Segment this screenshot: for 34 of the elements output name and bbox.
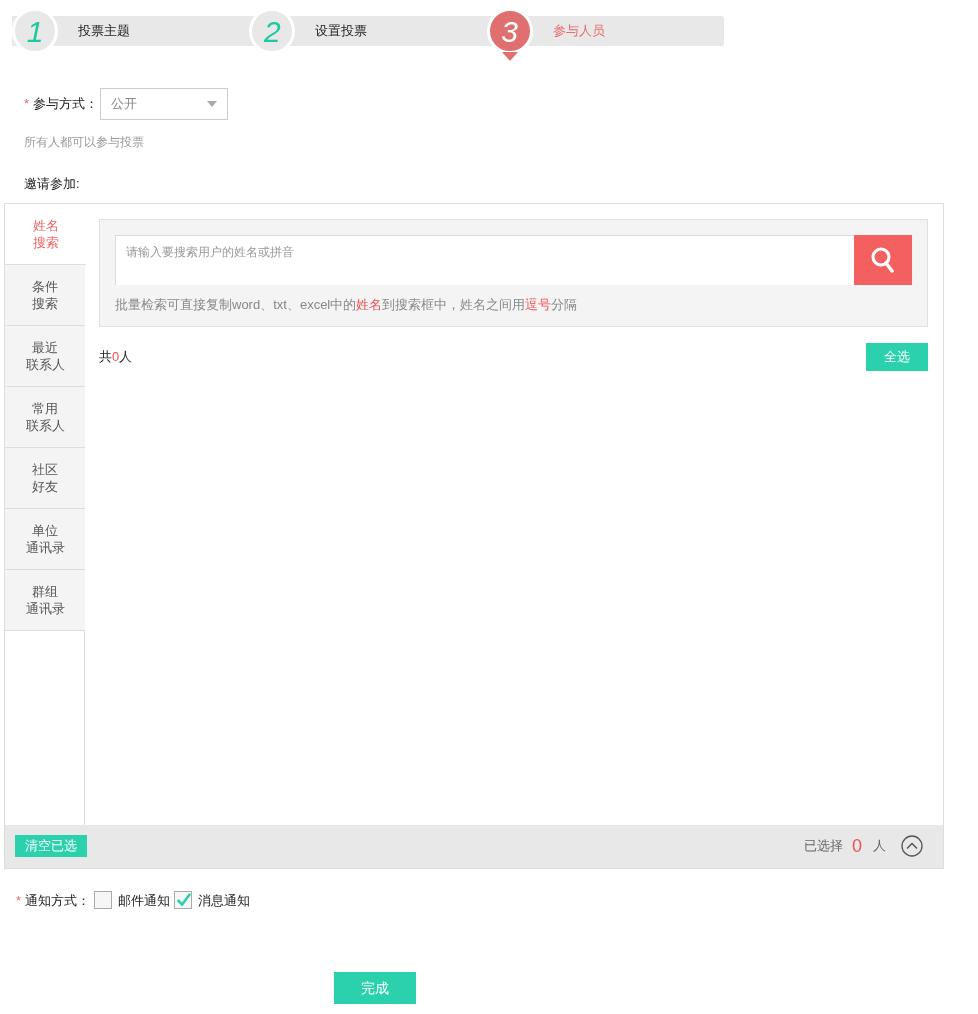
- step-label: 参与人员: [552, 22, 605, 41]
- selected-count: 0: [852, 834, 862, 858]
- search-icon: [871, 246, 895, 273]
- required-mark: *: [16, 891, 22, 910]
- checkbox-label: 消息通知: [198, 891, 251, 910]
- sidebar-tab[interactable]: 单位 通讯录: [5, 508, 85, 570]
- step-number: 2: [249, 8, 296, 54]
- step-label: 投票主题: [78, 22, 130, 41]
- check-icon: [175, 892, 192, 909]
- selected-label: 已选择: [804, 837, 843, 856]
- checkbox[interactable]: [174, 891, 193, 910]
- sidebar-tab[interactable]: 群组 通讯录: [5, 569, 85, 631]
- step-number: 1: [12, 8, 58, 54]
- sidebar-tab[interactable]: 最近 联系人: [5, 325, 85, 387]
- sidebar-tab[interactable]: 社区 好友: [5, 447, 85, 509]
- caret-icon: [207, 101, 218, 107]
- collapse-icon[interactable]: [901, 835, 923, 857]
- required-mark: *: [24, 95, 30, 114]
- unit-label: 人: [873, 837, 886, 856]
- total-count: 共0人: [99, 348, 133, 367]
- sidebar-tab[interactable]: 常用 联系人: [5, 386, 85, 448]
- hint-text: 所有人都可以参与投票: [24, 134, 145, 151]
- field-label: 通知方式：: [25, 891, 91, 910]
- mode-dropdown[interactable]: 公开: [100, 88, 229, 120]
- tip-text: 批量检索可直接复制word、txt、excel中的姓名到搜索框中，姓名之间用逗号分隔: [115, 295, 579, 314]
- sidebar-tab[interactable]: 条件 搜索: [5, 264, 85, 326]
- section-label: 邀请参加:: [24, 175, 81, 193]
- step-label: 设置投票: [315, 22, 368, 41]
- search-field[interactable]: 请输入要搜索用户的姓名或拼音: [115, 234, 854, 285]
- checkbox[interactable]: [94, 891, 113, 910]
- search-button[interactable]: [854, 234, 912, 285]
- field-label: 参与方式：: [33, 95, 99, 114]
- step-number: 3: [486, 8, 533, 54]
- checkbox-label: 邮件通知: [118, 891, 171, 910]
